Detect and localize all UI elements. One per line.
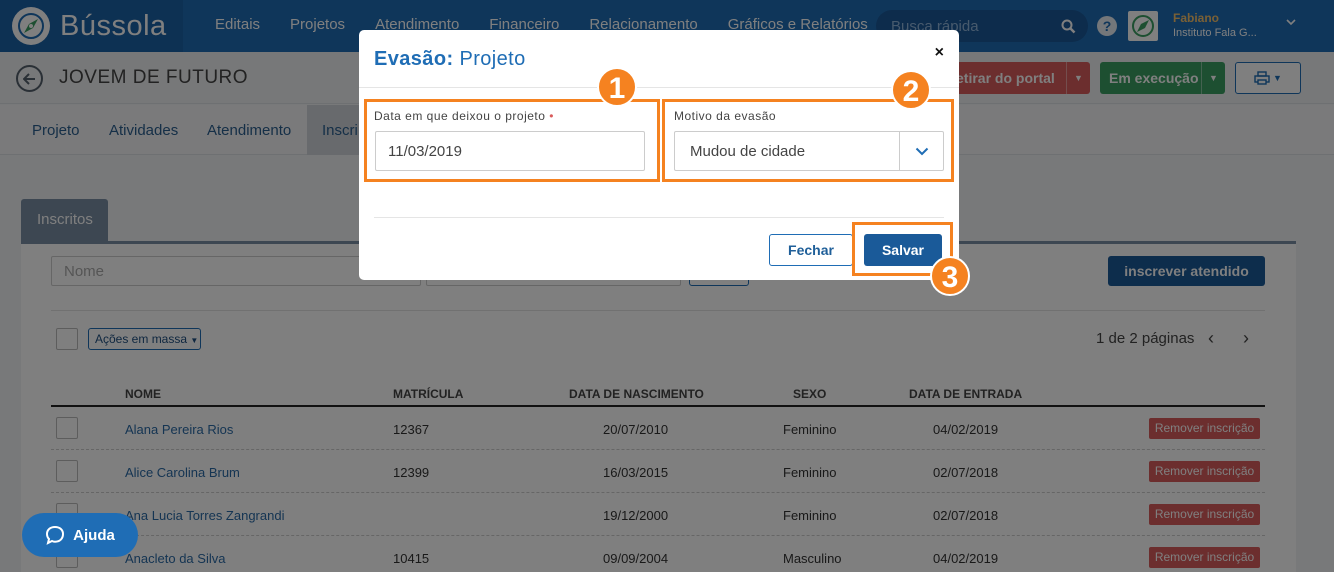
annotation-highlight-date (364, 99, 660, 182)
close-icon[interactable]: × (935, 44, 944, 62)
help-label: Ajuda (73, 526, 115, 544)
annotation-number-3: 3 (930, 256, 970, 296)
modal-title-bold: Evasão: (374, 48, 454, 70)
chat-bubble-icon (46, 525, 65, 545)
modal-footer-divider (374, 217, 944, 218)
annotation-number-1: 1 (597, 67, 637, 107)
modal-title-rest: Projeto (453, 48, 526, 70)
modal-title: Evasão: Projeto (374, 48, 526, 71)
modal-divider (359, 87, 959, 88)
help-chat-button[interactable]: Ajuda (22, 513, 138, 557)
annotation-number-2: 2 (891, 70, 931, 110)
annotation-highlight-motivo (662, 99, 954, 182)
close-button[interactable]: Fechar (769, 234, 853, 266)
